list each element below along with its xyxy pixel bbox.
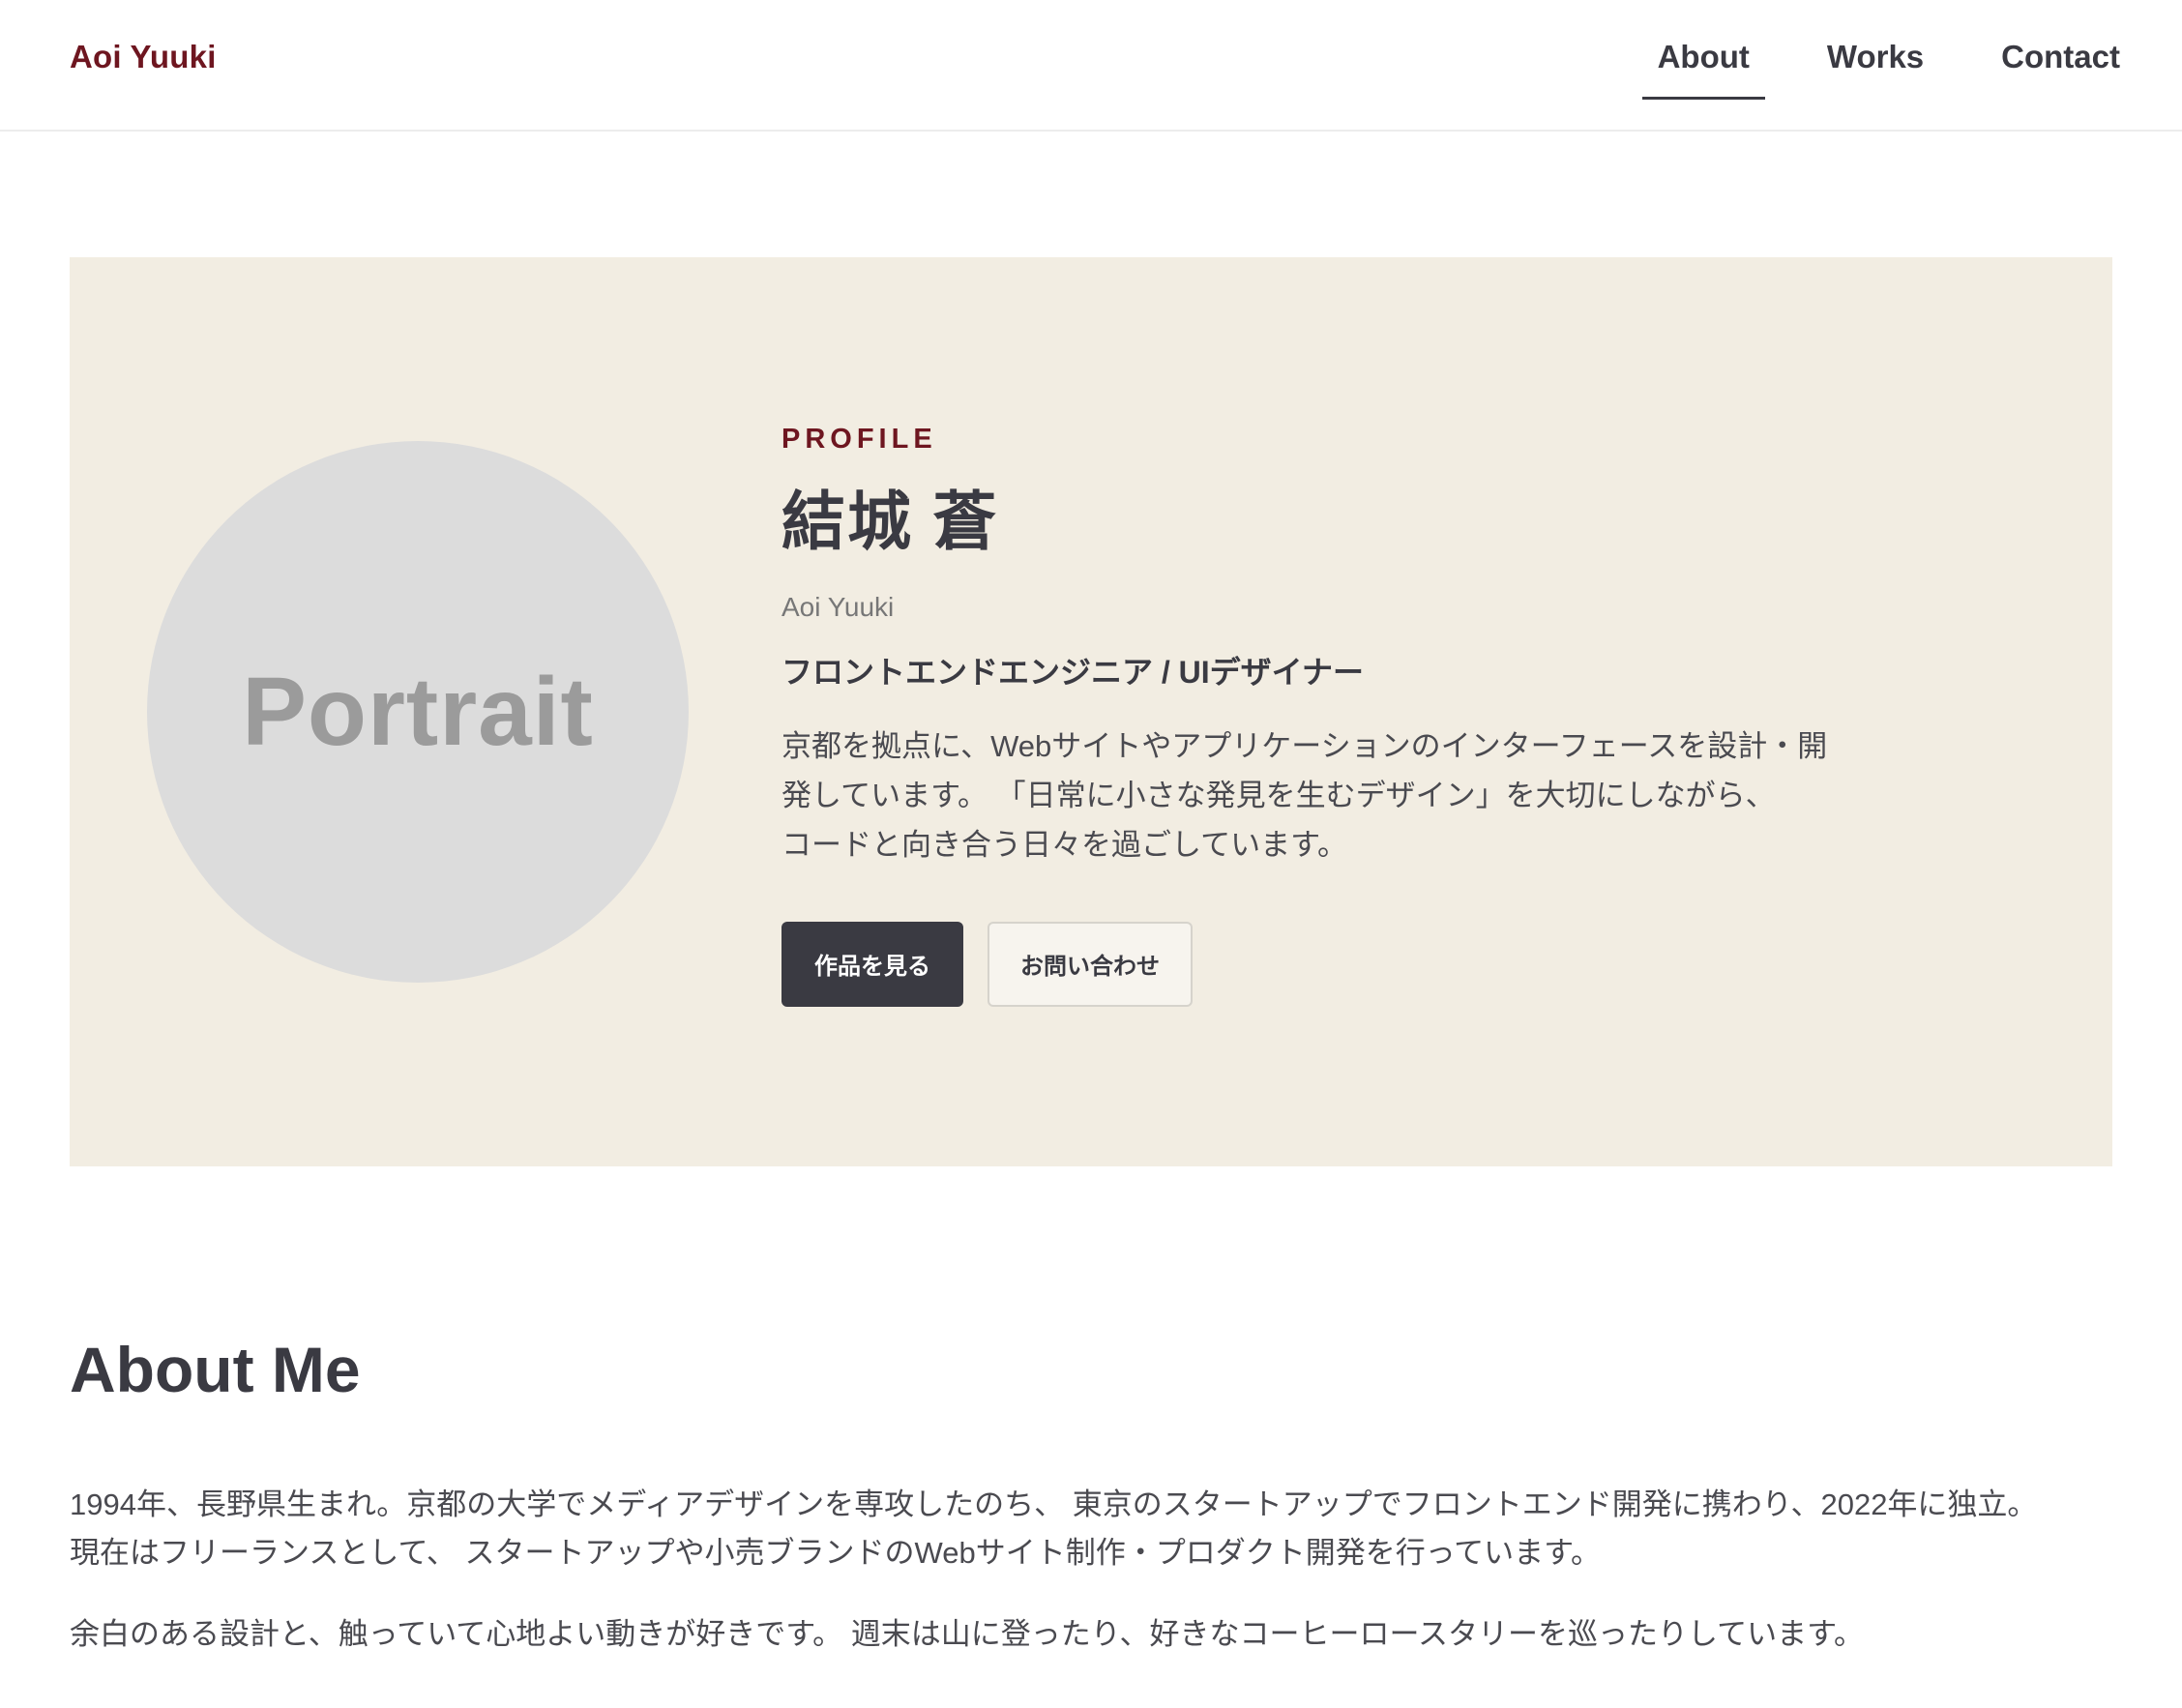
contact-button[interactable]: お問い合わせ: [988, 921, 1193, 1007]
profile-name-jp: 結城 蒼: [781, 486, 999, 557]
profile-eyebrow: PROFILE: [781, 424, 937, 455]
profile-name-en: Aoi Yuuki: [781, 591, 895, 622]
about-paragraph-1: 1994年、長野県生まれ。京都の大学でメディアデザインを専攻したのち、 東京のス…: [70, 1481, 2130, 1577]
profile-bio: 京都を拠点に、Webサイトやアプリケーションのインターフェースを設計・開 発して…: [781, 721, 1865, 869]
hero-buttons: 作品を見る お問い合わせ: [781, 921, 1942, 1007]
nav-item-works[interactable]: Works: [1827, 0, 1924, 130]
profile-hero: Portrait PROFILE 結城 蒼 Aoi Yuuki フロントエンドエ…: [70, 257, 2112, 1166]
portrait-placeholder: Portrait: [147, 441, 689, 983]
nav-item-about[interactable]: About: [1641, 0, 1766, 130]
site-header: Aoi Yuuki About Works Contact: [0, 0, 2182, 132]
profile-bio-line: コードと向き合う日々を過ごしています。: [781, 827, 1347, 862]
nav-item-contact[interactable]: Contact: [2001, 0, 2120, 130]
brand-logo-link[interactable]: Aoi Yuuki: [70, 39, 217, 75]
main-nav: About Works Contact: [1580, 0, 2120, 130]
portrait-label: Portrait: [242, 657, 594, 766]
profile-bio-line: 京都を拠点に、Webサイトやアプリケーションのインターフェースを設計・開: [781, 728, 1828, 763]
profile-bio-line: 発しています。 「日常に小さな発見を生むデザイン」を大切にしながら、: [781, 778, 1776, 812]
profile-content: PROFILE 結城 蒼 Aoi Yuuki フロントエンドエンジニア / UI…: [781, 424, 1942, 1007]
about-paragraph-line: 現在はフリーランスとして、 スタートアップや小売ブランドのWebサイト制作・プロ…: [70, 1536, 1602, 1570]
about-heading: About Me: [70, 1334, 361, 1405]
about-paragraph-2: 余白のある設計と、触っていて心地よい動きが好きです。 週末は山に登ったり、好きな…: [70, 1617, 1864, 1651]
about-paragraph-line: 1994年、長野県生まれ。京都の大学でメディアデザインを専攻したのち、 東京のス…: [70, 1487, 2038, 1521]
profile-role: フロントエンドエンジニア / UIデザイナー: [781, 654, 1365, 690]
view-works-button[interactable]: 作品を見る: [781, 921, 963, 1007]
about-body: 1994年、長野県生まれ。京都の大学でメディアデザインを専攻したのち、 東京のス…: [70, 1481, 2130, 1659]
